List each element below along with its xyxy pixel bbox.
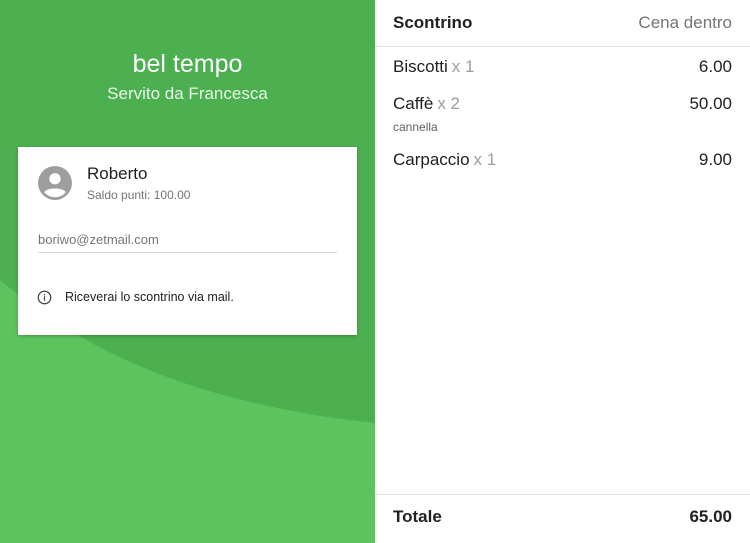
total-label: Totale xyxy=(393,507,442,526)
points-balance: Saldo punti: 100.00 xyxy=(87,188,191,202)
customer-name: Roberto xyxy=(87,164,148,183)
store-name: bel tempo xyxy=(132,50,243,78)
item-name: Caffè xyxy=(393,94,434,113)
dining-mode[interactable]: Cena dentro xyxy=(638,13,732,33)
list-item[interactable]: Biscotti x 1 6.00 xyxy=(393,57,732,77)
store-panel: bel tempo Servito da Francesca Roberto S… xyxy=(0,0,375,543)
item-note: cannella xyxy=(393,120,438,134)
list-item[interactable]: Carpaccio x 1 9.00 xyxy=(393,150,732,170)
receipt-footer: Totale 65.00 xyxy=(375,494,750,543)
account-circle-icon xyxy=(38,166,72,200)
item-name: Biscotti xyxy=(393,57,448,76)
info-icon xyxy=(37,290,52,305)
item-quantity: x 2 xyxy=(437,94,461,113)
total-value: 65.00 xyxy=(689,507,732,526)
email-info-text: Riceverai lo scontrino via mail. xyxy=(65,290,234,304)
email-field[interactable]: boriwo@zetmail.com xyxy=(38,231,337,253)
item-price: 50.00 xyxy=(689,94,732,113)
list-item[interactable]: Caffè x 2 50.00 cannella xyxy=(393,94,732,134)
receipt-panel: Scontrino Cena dentro Biscotti x 1 6.00 C… xyxy=(375,0,750,543)
item-quantity: x 1 xyxy=(473,150,497,169)
receipt-header: Scontrino Cena dentro xyxy=(375,0,750,47)
item-price: 6.00 xyxy=(698,57,732,76)
item-name: Carpaccio xyxy=(393,150,470,169)
receipt-title: Scontrino xyxy=(393,13,473,32)
customer-card: Roberto Saldo punti: 100.00 boriwo@zetma… xyxy=(18,147,357,335)
item-price: 9.00 xyxy=(698,150,732,169)
item-quantity: x 1 xyxy=(451,57,475,76)
served-by-label: Servito da Francesca xyxy=(107,84,268,103)
